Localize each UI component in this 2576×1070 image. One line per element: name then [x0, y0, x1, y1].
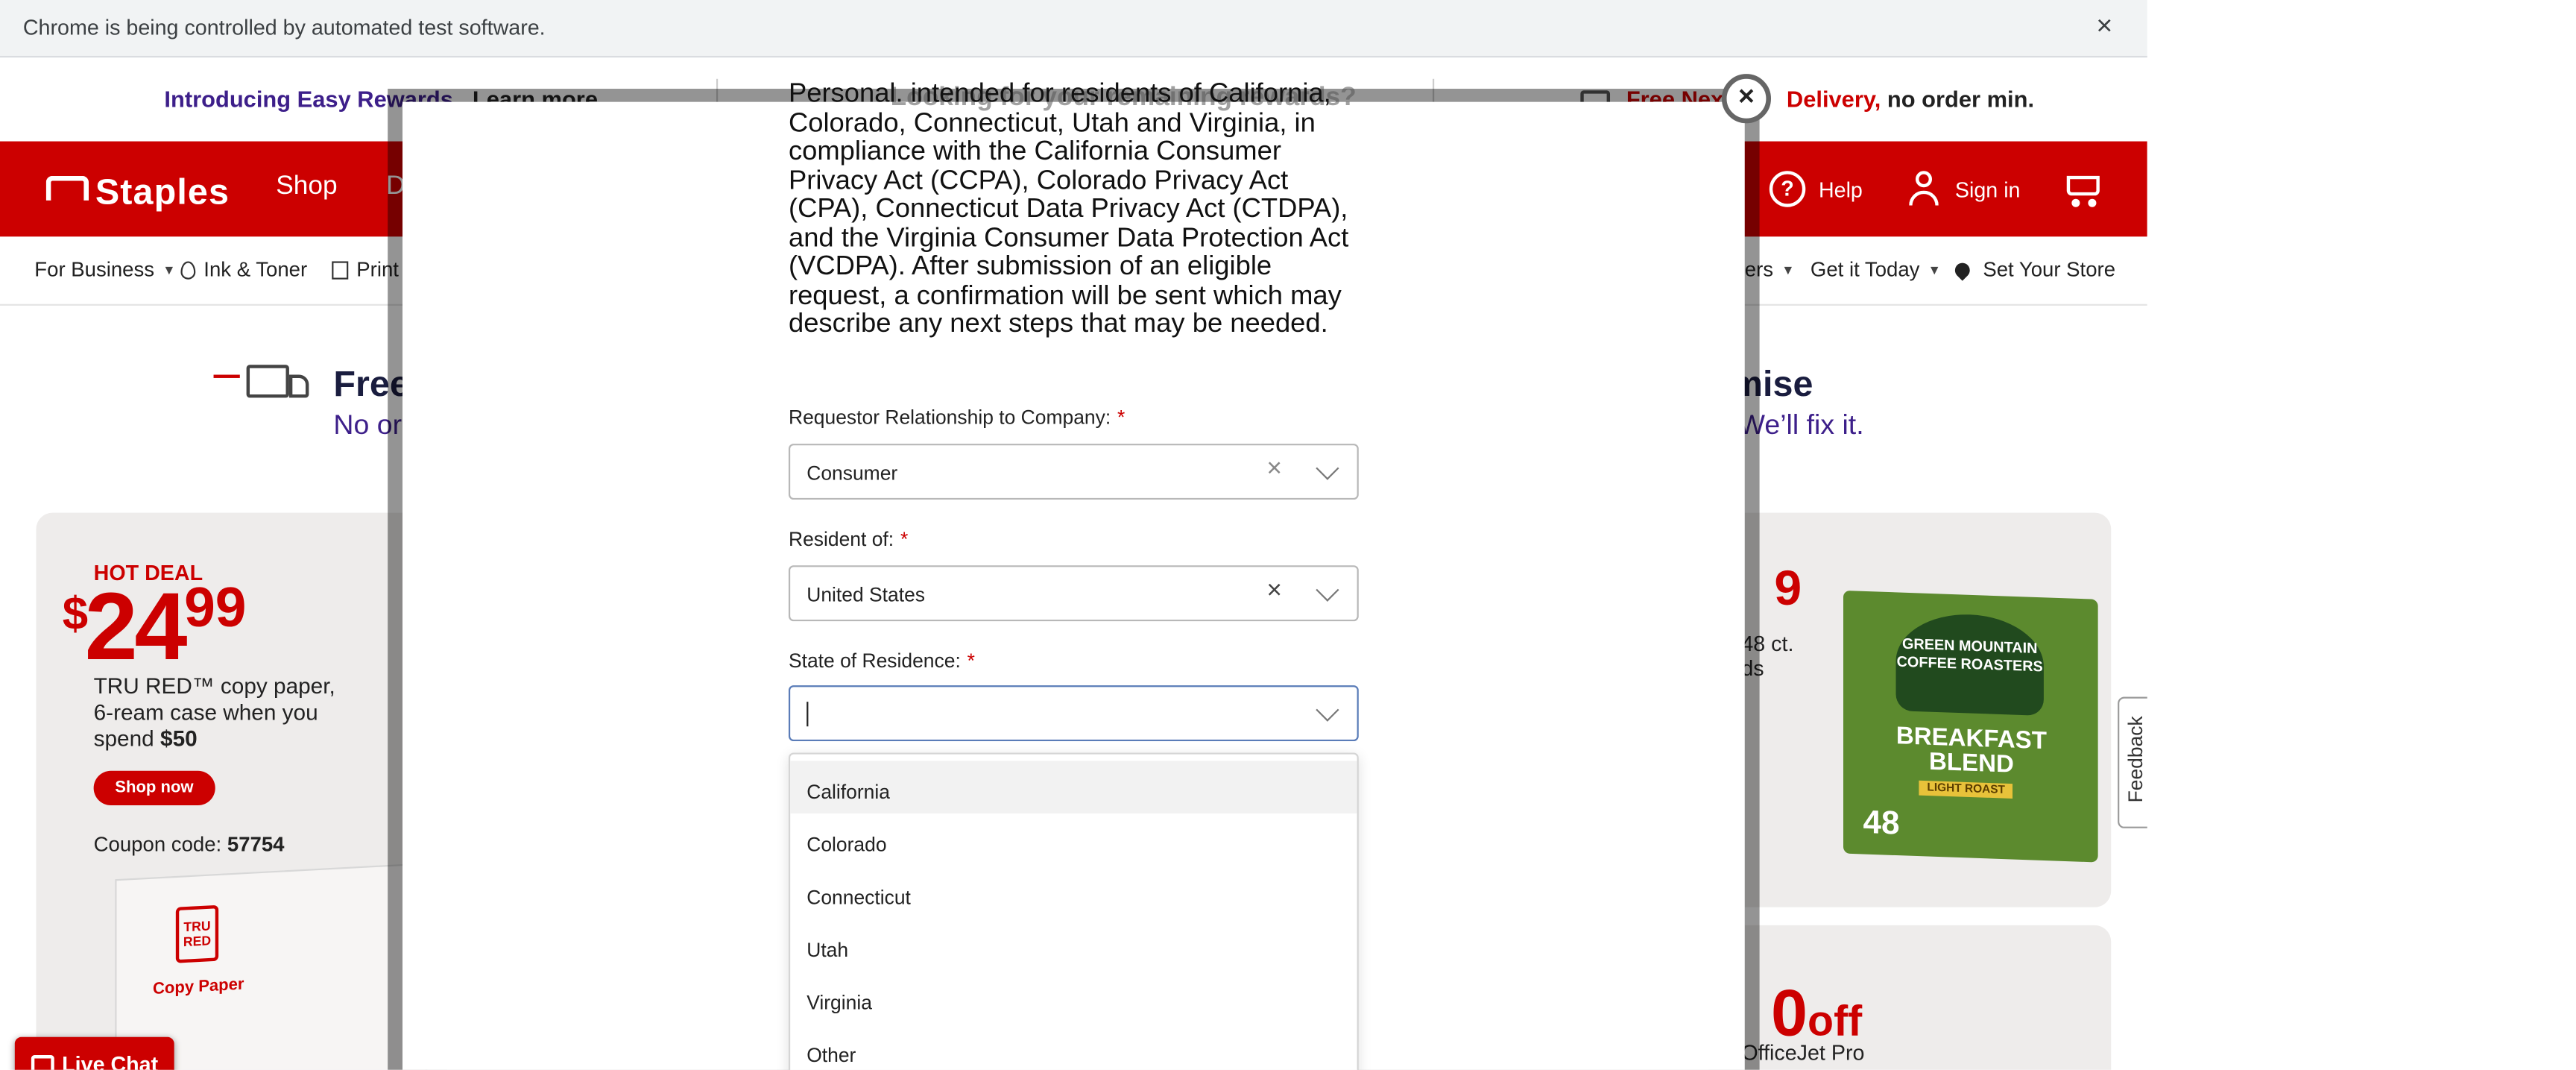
delivery-promo-text: no order min.	[1887, 85, 2035, 112]
chevron-down-icon: ▼	[1781, 262, 1795, 277]
subnav-set-store-label: Set Your Store	[1983, 258, 2116, 281]
shop-now-button[interactable]: Shop now	[93, 770, 215, 806]
sign-in-label: Sign in	[1954, 176, 2021, 202]
automation-banner: Chrome is being controlled by automated …	[0, 0, 2147, 58]
chevron-down-icon[interactable]	[1316, 578, 1339, 602]
subnav-set-store[interactable]: Set Your Store	[1951, 258, 2116, 281]
deal-description: TRU RED™ copy paper, 6-ream case when yo…	[93, 673, 335, 752]
kcup-price-partial: 9	[1774, 561, 1802, 617]
location-pin-icon	[1951, 259, 1973, 280]
nav-shop[interactable]: Shop	[276, 172, 337, 202]
clear-icon[interactable]: ×	[1266, 456, 1282, 485]
live-chat-button[interactable]: Live Chat	[14, 1036, 174, 1070]
feedback-tab[interactable]: Feedback	[2118, 696, 2147, 828]
printer-deal-card[interactable]: 0off OfficeJet Pro	[1708, 925, 2112, 1070]
subnav-ink-toner[interactable]: Ink & Toner	[180, 258, 307, 281]
feedback-label: Feedback	[2124, 716, 2147, 803]
modal-intro: Personal. intended for residents of Cali…	[788, 78, 1363, 339]
staples-logo-text: Staples	[95, 171, 230, 213]
pod-count: 48	[1863, 805, 1900, 843]
chat-icon	[31, 1054, 54, 1070]
subnav-get-it-today[interactable]: Get it Today ▼	[1811, 258, 1941, 281]
chevron-down-icon[interactable]	[1316, 456, 1339, 480]
close-icon[interactable]: ×	[1721, 74, 1772, 124]
deal-price: $2499	[62, 573, 247, 681]
relationship-select[interactable]: Consumer ×	[788, 444, 1359, 500]
help-label: Help	[1818, 176, 1863, 202]
resident-value: United States	[806, 583, 926, 607]
kcup-box-image: GREEN MOUNTAIN COFFEE ROASTERS BREAKFAST…	[1843, 590, 2098, 863]
live-chat-label: Live Chat	[62, 1051, 159, 1070]
text-caret	[806, 702, 809, 727]
staples-logo[interactable]: Staples	[45, 171, 230, 213]
green-mountain-logo: GREEN MOUNTAIN COFFEE ROASTERS	[1895, 611, 2044, 717]
delivery-promo-red-2: Delivery,	[1786, 85, 1881, 112]
close-icon[interactable]: ×	[2096, 10, 2112, 43]
delivery-truck-icon	[213, 362, 309, 408]
tru-red-logo: TRU RED	[175, 904, 219, 963]
help-link[interactable]: ? Help	[1769, 171, 1863, 207]
relationship-label: Requestor Relationship to Company: *	[788, 406, 1126, 429]
automation-banner-text: Chrome is being controlled by automated …	[22, 14, 546, 40]
kcup-deal-card[interactable]: 9 48 ct. ds GREEN MOUNTAIN COFFEE ROASTER…	[1708, 512, 2112, 907]
intro-paragraph: Personal. intended for residents of Cali…	[788, 78, 1349, 339]
page: Chrome is being controlled by automated …	[0, 0, 2576, 1070]
chevron-down-icon: ▼	[1928, 262, 1941, 277]
screen: Chrome is being controlled by automated …	[0, 0, 2576, 1070]
relationship-value: Consumer	[806, 462, 898, 485]
printer-name-partial: OfficeJet Pro	[1741, 1040, 1865, 1066]
chevron-down-icon: ▼	[162, 262, 176, 277]
staples-logo-icon	[45, 175, 89, 201]
print-icon	[332, 260, 349, 279]
cart-icon[interactable]	[2062, 171, 2101, 207]
state-label: State of Residence: *	[788, 649, 975, 673]
state-option-connecticut[interactable]: Connecticut	[790, 866, 1357, 919]
state-options-list: California Colorado Connecticut Utah Vir…	[788, 752, 1359, 1070]
paper-deal-card[interactable]: HOT DEAL $2499 TRU RED™ copy paper, 6-re…	[36, 512, 447, 1070]
state-option-virginia[interactable]: Virginia	[790, 972, 1357, 1025]
state-option-utah[interactable]: Utah	[790, 919, 1357, 972]
subnav-for-business[interactable]: For Business ▼	[34, 258, 175, 281]
paper-box-label: Copy Paper	[152, 975, 244, 999]
subnav-get-it-today-label: Get it Today	[1810, 258, 1920, 281]
clear-icon[interactable]: ×	[1266, 577, 1282, 607]
state-option-colorado[interactable]: Colorado	[790, 813, 1357, 866]
coupon-code: Coupon code: 57754	[93, 833, 285, 857]
subnav-for-business-label: For Business	[34, 258, 155, 281]
chevron-down-icon[interactable]	[1316, 698, 1339, 722]
subnav-ink-toner-label: Ink & Toner	[203, 258, 308, 281]
state-option-california[interactable]: California	[790, 761, 1357, 814]
help-icon: ?	[1769, 171, 1806, 207]
state-select[interactable]	[788, 685, 1359, 742]
roast-label: LIGHT ROAST	[1919, 780, 2014, 799]
resident-select[interactable]: United States ×	[788, 565, 1359, 622]
product-name: BREAKFAST BLEND	[1895, 722, 2047, 779]
ink-drop-icon	[180, 260, 196, 279]
resident-label: Resident of: *	[788, 527, 909, 551]
sign-in-link[interactable]: Sign in	[1906, 171, 2021, 207]
user-icon	[1906, 171, 1942, 207]
state-option-other[interactable]: Other	[790, 1024, 1357, 1070]
